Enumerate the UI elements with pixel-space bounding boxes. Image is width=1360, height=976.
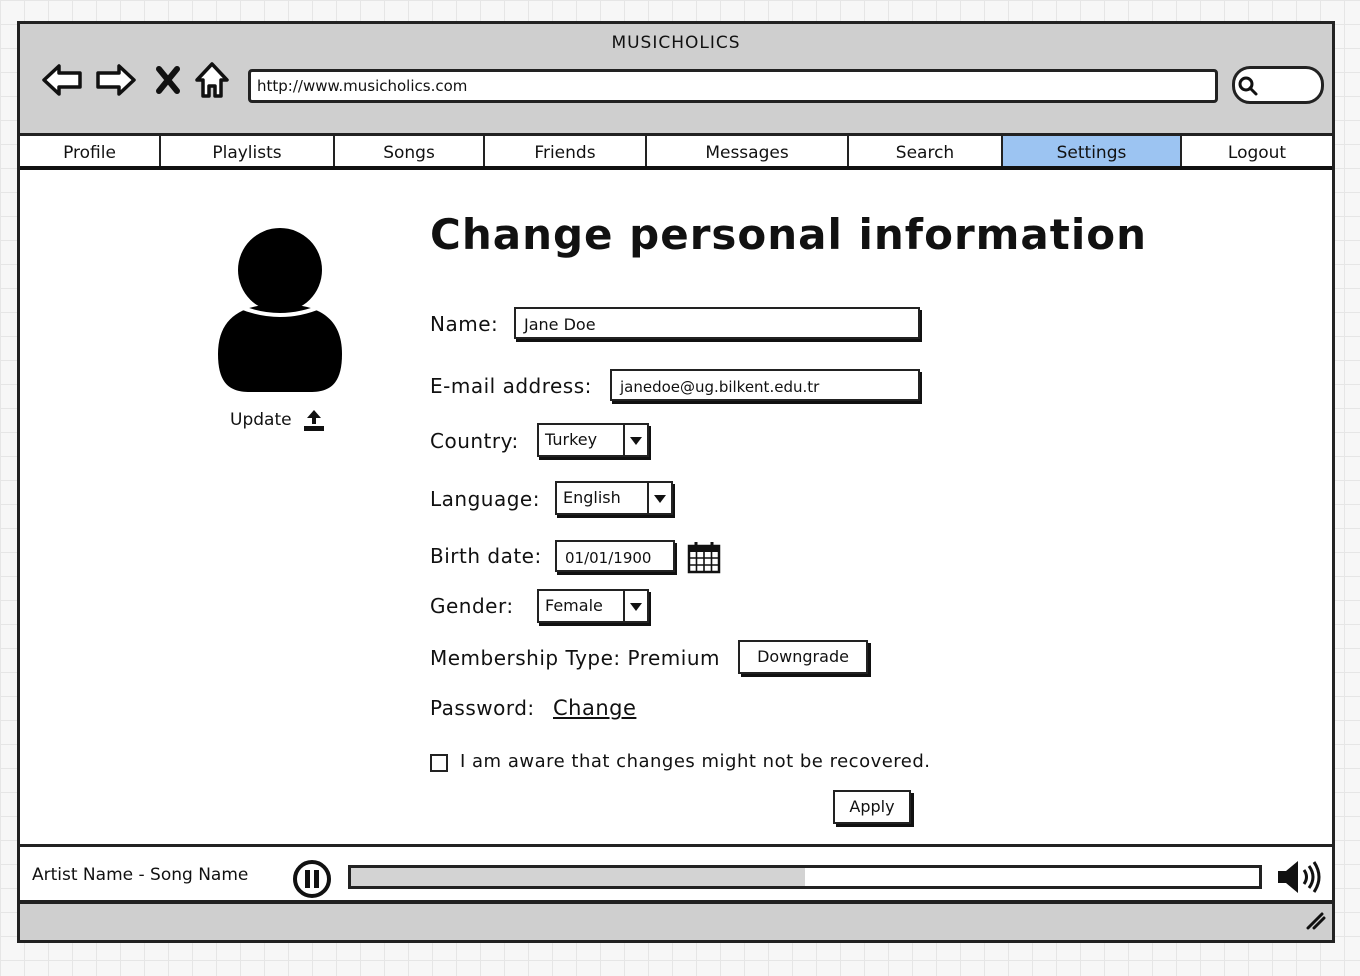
membership-type-label: Membership Type: Premium: [430, 646, 720, 670]
aware-label: I am aware that changes might not be rec…: [460, 751, 931, 772]
country-value: Turkey: [545, 430, 598, 449]
tab-songs[interactable]: Songs: [335, 136, 485, 166]
name-field[interactable]: Jane Doe: [514, 307, 920, 339]
browser-statusbar: [20, 900, 1332, 940]
gender-label: Gender:: [430, 594, 514, 618]
user-avatar-icon: [210, 224, 350, 398]
browser-search-input[interactable]: [1232, 66, 1324, 104]
chevron-down-icon: [647, 483, 671, 513]
birth-date-field[interactable]: 01/01/1900: [555, 540, 675, 572]
calendar-icon[interactable]: [687, 540, 721, 578]
forward-arrow-icon[interactable]: [94, 58, 138, 102]
change-password-link[interactable]: Change: [553, 696, 636, 720]
music-player: Artist Name - Song Name: [20, 844, 1332, 905]
tab-playlists[interactable]: Playlists: [161, 136, 335, 166]
playback-progress-bar[interactable]: [348, 865, 1262, 889]
tab-friends[interactable]: Friends: [485, 136, 647, 166]
email-label: E-mail address:: [430, 374, 592, 398]
email-field[interactable]: janedoe@ug.bilkent.edu.tr: [610, 369, 920, 401]
browser-titlebar: MUSICHOLICS http://www.musicholics.com: [20, 24, 1332, 136]
name-label: Name:: [430, 312, 499, 336]
window-title: MUSICHOLICS: [611, 33, 741, 53]
pause-icon[interactable]: [292, 859, 332, 903]
apply-button[interactable]: Apply: [833, 790, 911, 824]
language-select[interactable]: English: [555, 481, 673, 515]
password-label: Password:: [430, 696, 535, 720]
browser-window: MUSICHOLICS http://www.musicholics.com P…: [17, 21, 1335, 943]
main-tabs: Profile Playlists Songs Friends Messages…: [20, 136, 1332, 170]
aware-checkbox[interactable]: [430, 754, 448, 772]
tab-logout[interactable]: Logout: [1182, 136, 1332, 166]
tab-messages[interactable]: Messages: [647, 136, 849, 166]
page-title: Change personal information: [430, 210, 1147, 259]
country-label: Country:: [430, 429, 519, 453]
chevron-down-icon: [623, 425, 647, 455]
back-arrow-icon[interactable]: [40, 58, 84, 102]
update-label: Update: [230, 410, 292, 430]
search-icon: [1238, 76, 1258, 96]
birth-date-label: Birth date:: [430, 544, 542, 568]
chevron-down-icon: [623, 591, 647, 621]
gender-value: Female: [545, 596, 603, 615]
update-avatar-button[interactable]: Update: [230, 408, 326, 432]
language-value: English: [563, 488, 621, 507]
tab-settings[interactable]: Settings: [1003, 136, 1182, 166]
country-select[interactable]: Turkey: [537, 423, 649, 457]
tab-search[interactable]: Search: [849, 136, 1003, 166]
playback-progress-fill: [351, 868, 805, 886]
stop-icon[interactable]: [146, 58, 190, 102]
gender-select[interactable]: Female: [537, 589, 649, 623]
downgrade-button[interactable]: Downgrade: [738, 640, 868, 674]
language-label: Language:: [430, 487, 540, 511]
home-icon[interactable]: [190, 58, 234, 102]
volume-icon[interactable]: [1276, 857, 1324, 901]
upload-icon: [303, 410, 324, 431]
tab-profile[interactable]: Profile: [20, 136, 161, 166]
url-input[interactable]: http://www.musicholics.com: [248, 69, 1218, 103]
now-playing-text: Artist Name - Song Name: [32, 865, 249, 885]
resize-grip-icon[interactable]: [1304, 912, 1326, 934]
